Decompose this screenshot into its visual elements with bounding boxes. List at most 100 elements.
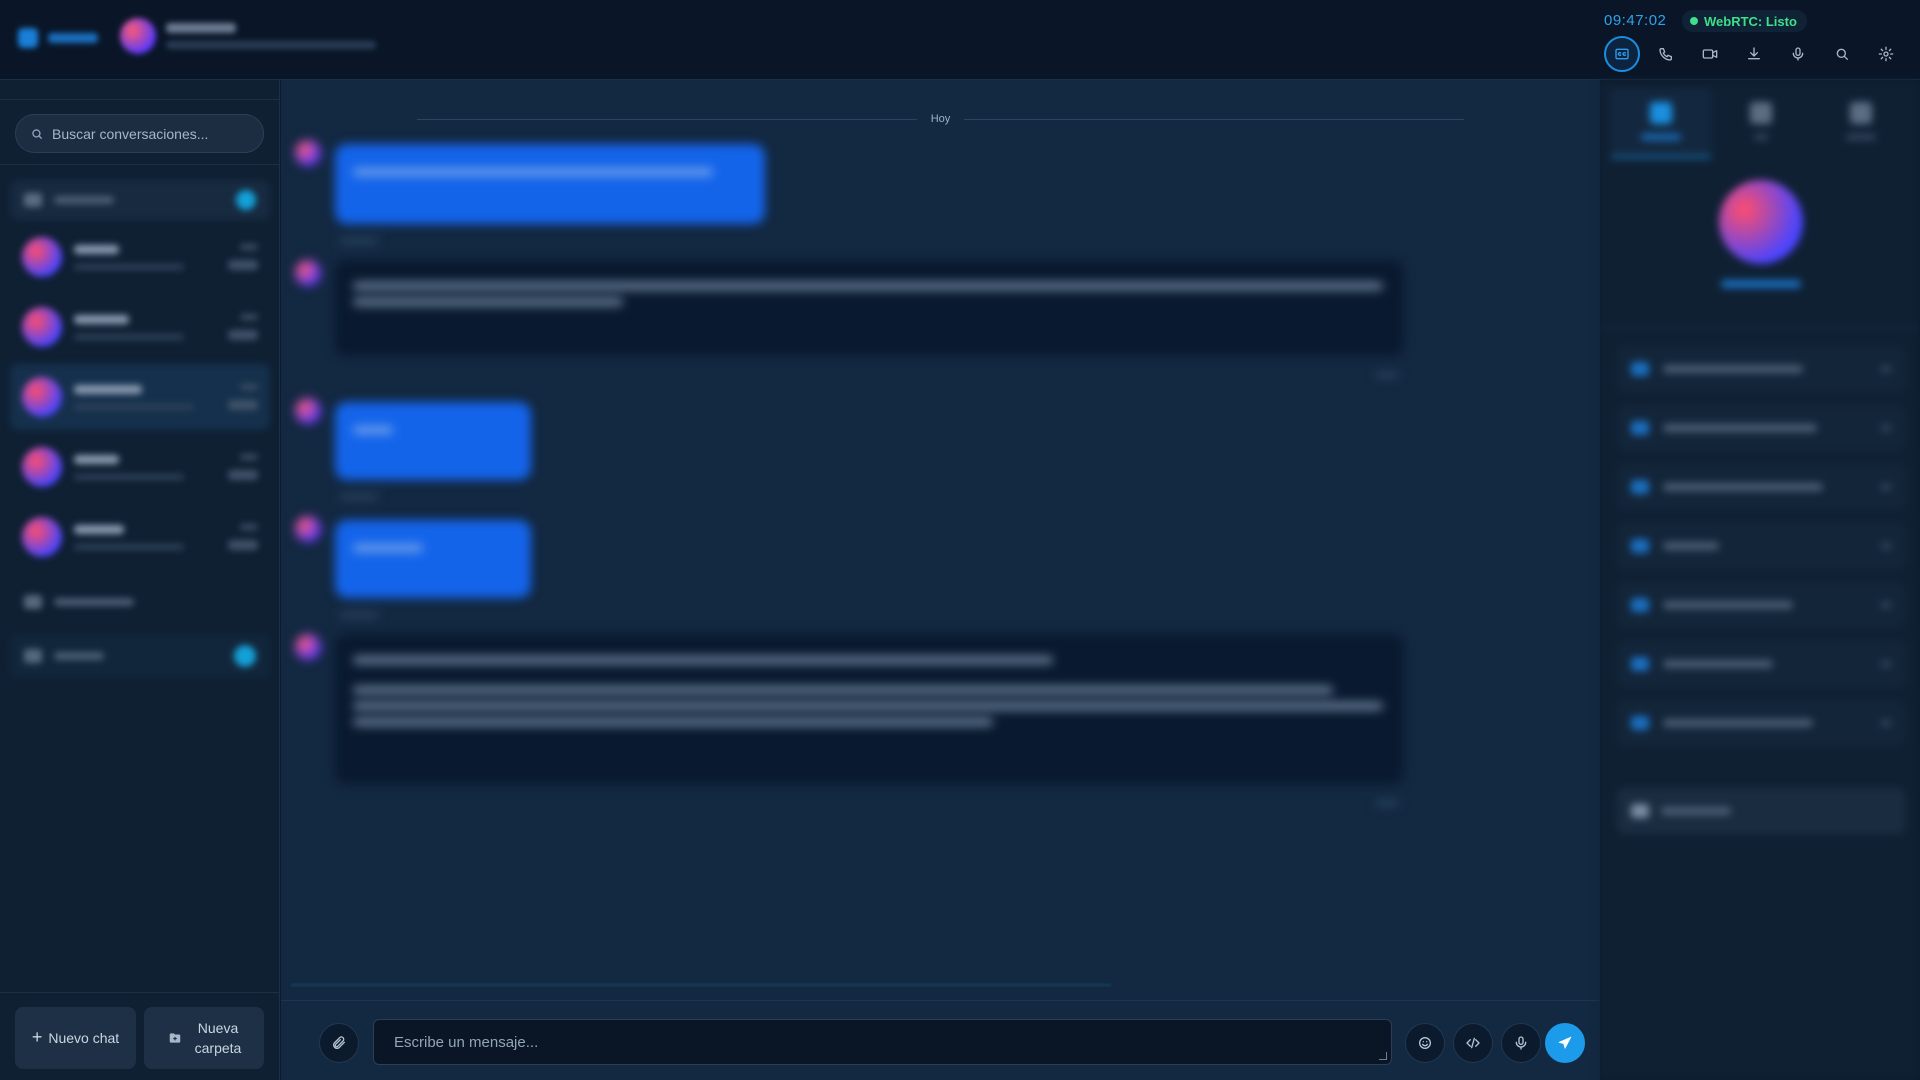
send-button[interactable] <box>1545 1023 1585 1063</box>
tab-files[interactable] <box>1811 90 1911 158</box>
avatar <box>22 237 62 277</box>
conversation-item-selected[interactable] <box>10 364 270 430</box>
panel-footer-button[interactable] <box>1617 788 1905 834</box>
conversation-sidebar: + Nuevo chat Nueva carpeta <box>0 80 280 1080</box>
resize-handle-icon[interactable] <box>1379 1052 1387 1060</box>
search-input[interactable] <box>52 125 252 142</box>
chevron-down-icon <box>1881 661 1891 667</box>
paperclip-icon <box>333 1036 345 1049</box>
clock: 09:47:02 <box>1604 12 1667 29</box>
chevron-down-icon <box>1881 366 1891 372</box>
code-button[interactable] <box>1453 1023 1493 1063</box>
chevron-down-icon <box>1881 425 1891 431</box>
attach-button[interactable] <box>319 1023 359 1063</box>
folder-row[interactable] <box>10 634 270 678</box>
code-icon <box>1466 1037 1480 1049</box>
message-field[interactable] <box>373 1019 1392 1065</box>
folder-plus-icon <box>169 1033 181 1043</box>
new-folder-button[interactable]: Nueva carpeta <box>144 1007 264 1069</box>
new-chat-button[interactable]: + Nuevo chat <box>15 1007 136 1069</box>
details-section[interactable] <box>1617 346 1905 392</box>
assistant-message-bubble[interactable] <box>335 260 1404 356</box>
video-icon <box>1702 49 1718 59</box>
details-section[interactable] <box>1617 464 1905 510</box>
conversation-item[interactable] <box>10 294 270 360</box>
status-dot-icon <box>1690 17 1698 25</box>
plus-icon: + <box>31 1027 43 1047</box>
conversation-item[interactable] <box>10 434 270 500</box>
contact-avatar <box>120 18 156 54</box>
active-contact-header[interactable] <box>120 18 376 54</box>
video-call-button[interactable] <box>1692 36 1728 72</box>
user-message-bubble[interactable] <box>335 520 531 598</box>
app-name-blurred <box>48 33 98 43</box>
user-message-bubble[interactable] <box>335 144 765 224</box>
gear-icon <box>1878 46 1894 62</box>
emoji-icon <box>1419 1037 1431 1049</box>
avatar <box>295 634 321 660</box>
search-box[interactable] <box>15 114 264 153</box>
tab-profile[interactable] <box>1611 90 1711 158</box>
details-section[interactable] <box>1617 641 1905 687</box>
folder-icon <box>24 649 42 663</box>
chevron-down-icon <box>1881 602 1891 608</box>
webrtc-status-text: WebRTC: Listo <box>1704 13 1797 29</box>
message-input[interactable] <box>394 1033 1371 1051</box>
details-section[interactable] <box>1617 700 1905 746</box>
avatar <box>22 517 62 557</box>
details-section[interactable] <box>1617 523 1905 569</box>
new-folder-label: Nueva carpeta <box>194 1020 242 1056</box>
toolbar-actions <box>1604 36 1904 72</box>
tab-media[interactable] <box>1711 90 1811 158</box>
contact-name-blurred <box>166 23 236 33</box>
contact-subtitle-blurred <box>166 41 376 49</box>
profile-name-blurred <box>1721 280 1801 288</box>
files-icon <box>1850 102 1872 124</box>
assistant-message-bubble[interactable] <box>335 634 1404 784</box>
media-icon <box>1750 102 1772 124</box>
sidebar-actions: + Nuevo chat Nueva carpeta <box>0 992 280 1080</box>
user-message-bubble[interactable] <box>335 402 531 480</box>
microphone-icon <box>1792 47 1804 61</box>
avatar <box>295 140 321 166</box>
chevron-down-icon <box>1881 543 1891 549</box>
top-bar: 09:47:02 WebRTC: Listo <box>0 0 1920 80</box>
logo-icon <box>18 28 38 48</box>
download-icon <box>1748 47 1760 60</box>
contact-details-panel <box>1600 80 1920 1080</box>
conversation-list <box>0 180 280 678</box>
avatar <box>22 307 62 347</box>
details-section[interactable] <box>1617 405 1905 451</box>
captions-button[interactable] <box>1604 36 1640 72</box>
unread-badge <box>236 190 256 210</box>
unread-badge <box>234 645 256 667</box>
folder-row[interactable] <box>10 180 270 220</box>
avatar <box>295 260 321 286</box>
details-section[interactable] <box>1617 582 1905 628</box>
webrtc-status-badge: WebRTC: Listo <box>1682 10 1807 32</box>
profile-avatar <box>1719 180 1803 264</box>
microphone-icon <box>1515 1036 1527 1050</box>
avatar <box>22 377 62 417</box>
conversation-item[interactable] <box>10 224 270 290</box>
captions-icon <box>1615 48 1629 60</box>
voice-call-button[interactable] <box>1648 36 1684 72</box>
avatar <box>295 398 321 424</box>
app-logo <box>18 28 98 48</box>
voice-record-button[interactable] <box>1501 1023 1541 1063</box>
chevron-down-icon <box>1881 484 1891 490</box>
panel-tabs <box>1611 90 1911 158</box>
microphone-button[interactable] <box>1780 36 1816 72</box>
search-icon <box>32 128 43 139</box>
chevron-down-icon <box>1881 720 1891 726</box>
folder-row[interactable] <box>10 580 270 624</box>
profile-icon <box>1650 102 1672 124</box>
conversation-item[interactable] <box>10 504 270 570</box>
send-icon <box>1558 1036 1572 1049</box>
download-button[interactable] <box>1736 36 1772 72</box>
settings-button[interactable] <box>1868 36 1904 72</box>
chat-area: Hoy <box>281 80 1600 1080</box>
folder-icon <box>24 595 42 609</box>
search-button[interactable] <box>1824 36 1860 72</box>
emoji-button[interactable] <box>1405 1023 1445 1063</box>
